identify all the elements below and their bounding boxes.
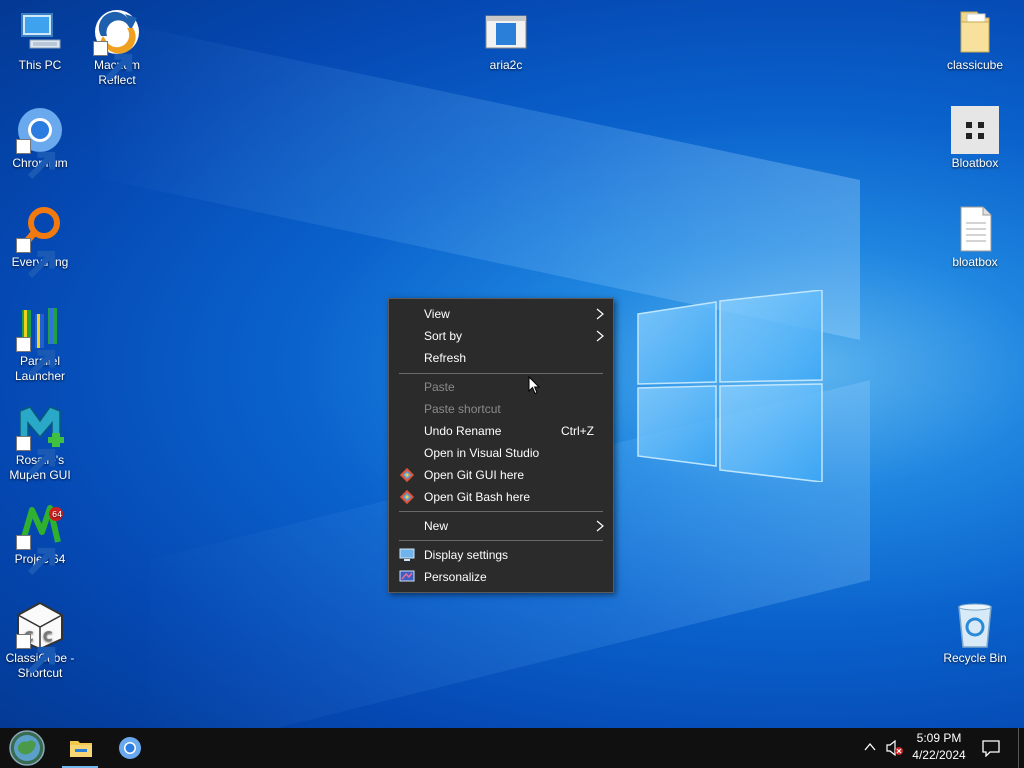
mupen-icon <box>14 403 66 477</box>
menu-item-label: Undo Rename <box>424 424 502 438</box>
macrium-icon <box>91 8 143 82</box>
notification-icon[interactable] <box>982 740 1000 757</box>
menu-item-label: New <box>424 519 449 533</box>
icon-label: classicube <box>946 58 1004 72</box>
menu-item-label: Open Git GUI here <box>424 468 525 482</box>
shortcut-arrow-icon <box>93 41 133 82</box>
parallel-launcher-icon <box>14 304 66 378</box>
chevron-right-icon <box>596 330 604 342</box>
menu-item-label: Open Git Bash here <box>424 490 531 504</box>
computer-icon <box>14 8 66 56</box>
menu-item-label: Sort by <box>424 329 463 343</box>
menu-item-label: View <box>424 307 450 321</box>
chromium-icon <box>119 737 141 759</box>
menu-item-label: Refresh <box>424 351 467 365</box>
icon-label: Recycle Bin <box>943 651 1007 665</box>
mouse-cursor-icon <box>528 376 540 395</box>
menu-item-refresh[interactable]: Refresh <box>390 347 612 369</box>
chevron-right-icon <box>596 520 604 532</box>
svg-text:64: 64 <box>52 510 62 519</box>
icon-label: This PC <box>18 58 62 72</box>
git-icon <box>399 489 415 505</box>
volume-muted-icon[interactable] <box>886 740 904 756</box>
desktop-icon-bloatbox-file[interactable]: bloatbox <box>935 205 1015 270</box>
menu-item-paste[interactable]: Paste <box>390 376 612 398</box>
folder-icon <box>949 8 1001 56</box>
shortcut-arrow-icon <box>16 436 56 477</box>
chevron-right-icon <box>596 308 604 320</box>
shortcut-arrow-icon <box>16 139 56 180</box>
desktop-context-menu: View Sort by Refresh Paste Paste shortcu… <box>388 298 614 593</box>
menu-item-shortcut: Ctrl+Z <box>561 424 594 438</box>
bloatbox-icon <box>949 106 1001 154</box>
icon-label: bloatbox <box>952 255 998 269</box>
clock-date: 4/22/2024 <box>912 748 966 762</box>
menu-item-open-git-bash[interactable]: Open Git Bash here <box>390 486 612 508</box>
taskbar <box>0 728 1024 768</box>
menu-item-label: Paste shortcut <box>424 402 501 416</box>
menu-item-undo-rename[interactable]: Undo Rename Ctrl+Z <box>390 420 612 442</box>
menu-item-paste-shortcut[interactable]: Paste shortcut <box>390 398 612 420</box>
desktop-icon-bloatbox-app[interactable]: Bloatbox <box>935 106 1015 171</box>
menu-item-label: Personalize <box>424 570 487 584</box>
magnifier-icon <box>14 205 66 279</box>
menu-item-personalize[interactable]: Personalize <box>390 566 612 588</box>
shortcut-arrow-icon <box>16 535 56 576</box>
chevron-up-icon[interactable] <box>864 742 876 752</box>
chromium-icon <box>14 106 66 180</box>
menu-separator <box>399 511 603 512</box>
desktop-icon-recycle-bin[interactable]: Recycle Bin <box>935 601 1015 666</box>
icon-label: aria2c <box>489 58 523 72</box>
menu-separator <box>399 540 603 541</box>
taskbar-file-explorer[interactable] <box>56 728 104 768</box>
file-explorer-icon <box>70 741 92 757</box>
taskbar-chromium[interactable] <box>106 728 154 768</box>
menu-item-open-in-visual-studio[interactable]: Open in Visual Studio <box>390 442 612 464</box>
menu-separator <box>399 373 603 374</box>
desktop-icon-aria2c[interactable]: aria2c <box>466 8 546 73</box>
desktop-icon-project64[interactable]: 64 Project64 <box>0 502 80 576</box>
menu-item-sort-by[interactable]: Sort by <box>390 325 612 347</box>
menu-item-new[interactable]: New <box>390 515 612 537</box>
show-desktop-button[interactable] <box>1018 728 1019 768</box>
desktop-icon-rosalies-mupen-gui[interactable]: Rosalie's Mupen GUI <box>0 403 80 483</box>
shortcut-arrow-icon <box>16 337 56 378</box>
application-window-icon <box>480 8 532 56</box>
icon-label: Bloatbox <box>951 156 999 170</box>
clock-time: 5:09 PM <box>916 731 962 745</box>
menu-item-view[interactable]: View <box>390 303 612 325</box>
menu-item-display-settings[interactable]: Display settings <box>390 544 612 566</box>
menu-item-label: Paste <box>424 380 455 394</box>
windows-logo-wallpaper <box>637 290 823 482</box>
cube-icon: CC <box>14 601 66 675</box>
desktop-icon-parallel-launcher[interactable]: Parallel Launcher <box>0 304 80 384</box>
desktop-icon-macrium-reflect[interactable]: Macrium Reflect <box>77 8 157 88</box>
desktop-icon-everything[interactable]: Everything <box>0 205 80 279</box>
personalize-icon <box>399 570 415 582</box>
shortcut-arrow-icon <box>16 634 56 675</box>
taskbar-clock[interactable]: 5:09 PM 4/22/2024 <box>906 730 972 764</box>
shortcut-arrow-icon <box>16 238 56 279</box>
desktop-icon-chromium[interactable]: Chromium <box>0 106 80 180</box>
menu-item-label: Open in Visual Studio <box>424 446 540 460</box>
display-icon <box>399 548 415 561</box>
start-orb-icon <box>9 730 45 766</box>
recycle-bin-icon <box>949 601 1001 649</box>
git-icon <box>399 467 415 483</box>
menu-item-label: Display settings <box>424 548 509 562</box>
desktop-icon-this-pc[interactable]: This PC <box>0 8 80 73</box>
desktop-icon-classicube[interactable]: classicube <box>935 8 1015 73</box>
project64-icon: 64 <box>14 502 66 576</box>
text-document-icon <box>949 205 1001 253</box>
menu-item-open-git-gui[interactable]: Open Git GUI here <box>390 464 612 486</box>
desktop-icon-classicube-shortcut[interactable]: CC ClassiCube - Shortcut <box>0 601 80 681</box>
start-button[interactable] <box>3 728 51 768</box>
